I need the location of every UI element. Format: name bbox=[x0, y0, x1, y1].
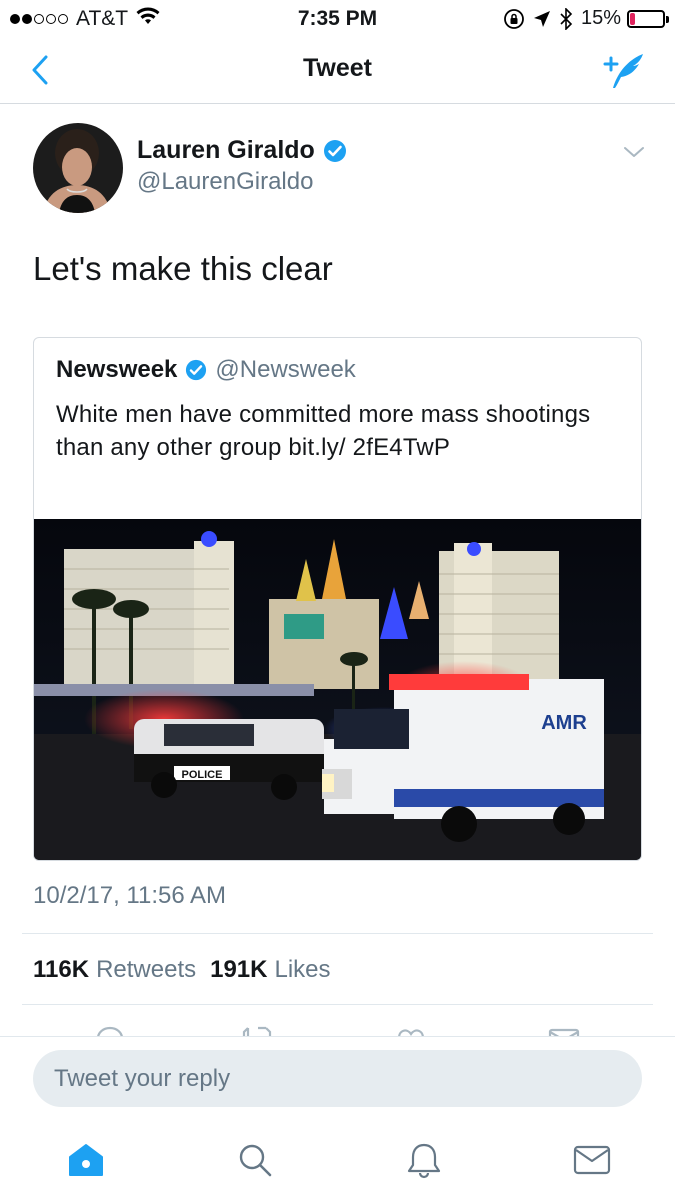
search-icon bbox=[239, 1144, 272, 1177]
likes-count[interactable]: 191K bbox=[210, 956, 267, 984]
notifications-icon bbox=[407, 1143, 441, 1179]
compose-tweet-button[interactable] bbox=[599, 48, 647, 92]
status-right: 15% bbox=[495, 7, 669, 30]
tab-notifications[interactable] bbox=[404, 1140, 444, 1180]
retweets-label[interactable]: Retweets bbox=[96, 956, 196, 984]
retweet-icon[interactable] bbox=[240, 1024, 274, 1036]
tweet-options-button[interactable] bbox=[622, 140, 646, 164]
tab-search[interactable] bbox=[235, 1140, 275, 1180]
direct-message-icon[interactable] bbox=[548, 1024, 580, 1036]
author-display-name[interactable]: Lauren Giraldo bbox=[137, 136, 315, 165]
page-title: Tweet bbox=[303, 54, 372, 82]
location-icon bbox=[533, 10, 551, 28]
divider bbox=[22, 933, 653, 934]
rotation-lock-icon bbox=[503, 8, 525, 30]
reply-bar bbox=[0, 1036, 675, 1120]
bluetooth-icon bbox=[559, 7, 573, 30]
status-bar: AT&T 7:35 PM 15% bbox=[0, 0, 675, 36]
police-sign-text: POLICE bbox=[182, 769, 223, 781]
author-handle[interactable]: @LaurenGiraldo bbox=[137, 168, 313, 196]
quoted-tweet[interactable]: Newsweek @Newsweek White men have commit… bbox=[33, 337, 642, 861]
navigation-bar: Tweet bbox=[0, 36, 675, 104]
tab-messages[interactable] bbox=[572, 1140, 612, 1180]
reply-icon[interactable] bbox=[95, 1024, 125, 1036]
chevron-down-icon bbox=[624, 147, 644, 157]
avatar[interactable] bbox=[33, 123, 123, 213]
tweet-actions-row bbox=[0, 1020, 675, 1036]
home-icon bbox=[69, 1144, 103, 1176]
battery-icon bbox=[627, 9, 669, 28]
verified-badge-icon bbox=[186, 359, 207, 381]
quoted-tweet-photo[interactable]: POLICE AMR bbox=[34, 519, 642, 861]
author-name-row[interactable]: Lauren Giraldo bbox=[137, 136, 347, 165]
quoted-handle: @Newsweek bbox=[215, 356, 356, 383]
verified-badge-icon bbox=[323, 139, 346, 162]
tweet-stats: 116K Retweets 191K Likes bbox=[33, 956, 345, 984]
quoted-tweet-text: White men have committed more mass shoot… bbox=[56, 401, 591, 461]
like-icon[interactable] bbox=[395, 1024, 427, 1036]
tweet-text: Let's make this clear bbox=[33, 250, 333, 287]
messages-icon bbox=[573, 1145, 611, 1175]
quoted-display-name: Newsweek bbox=[56, 356, 178, 383]
likes-label[interactable]: Likes bbox=[274, 956, 330, 984]
divider bbox=[22, 1004, 653, 1005]
tab-home[interactable] bbox=[66, 1140, 106, 1180]
battery-percent: 15% bbox=[580, 7, 621, 29]
retweets-count[interactable]: 116K bbox=[33, 956, 89, 984]
battery-level bbox=[630, 12, 635, 25]
compose-feather-icon bbox=[603, 54, 643, 88]
reply-input[interactable] bbox=[33, 1050, 642, 1107]
tweet-timestamp: 10/2/17, 11:56 AM bbox=[33, 882, 227, 909]
quoted-tweet-header: Newsweek @Newsweek bbox=[56, 356, 356, 384]
ambulance-sign-text: AMR bbox=[541, 712, 587, 734]
tab-bar bbox=[0, 1120, 675, 1200]
